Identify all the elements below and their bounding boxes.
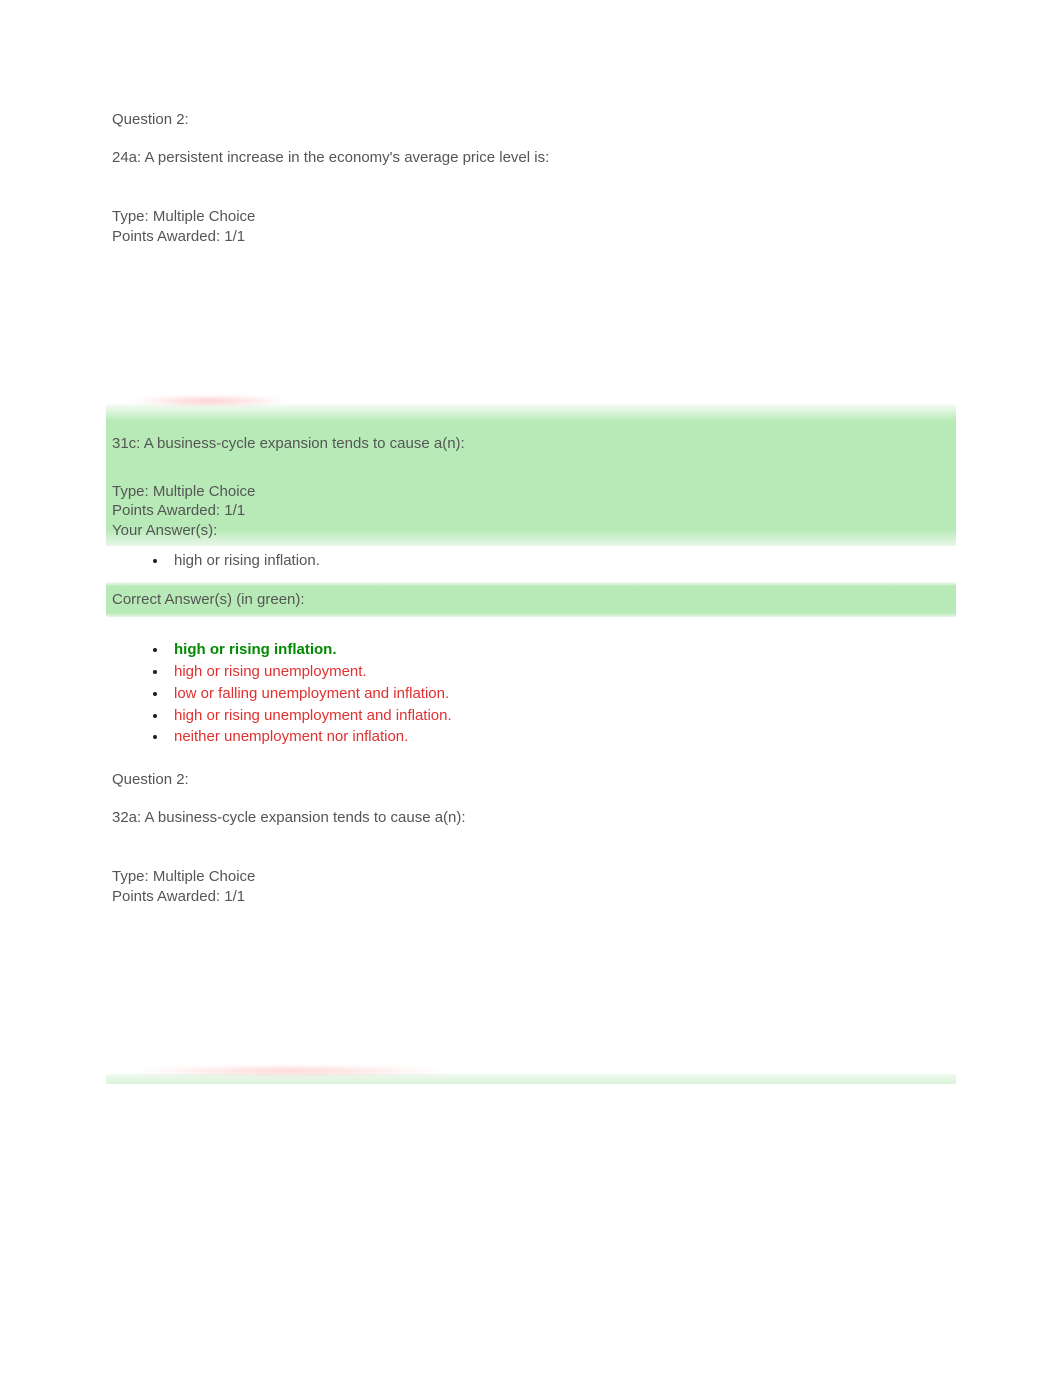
question-block-31c: 31c: A business-cycle expansion tends to… — [106, 404, 956, 546]
your-answer-text: high or rising inflation. — [168, 552, 320, 569]
question-type-32a: Type: Multiple Choice — [112, 867, 950, 887]
question-type-31c: Type: Multiple Choice — [112, 482, 950, 502]
obscured-region — [130, 1066, 450, 1076]
option-text-wrong: high or rising unemployment. — [168, 663, 367, 680]
option-text-wrong: neither unemployment nor inflation. — [168, 728, 408, 745]
points-awarded-31c: Points Awarded: 1/1 — [112, 501, 950, 521]
your-answer-item: high or rising inflation. — [168, 550, 950, 572]
options-list-31c: high or rising inflation. high or rising… — [112, 639, 950, 748]
question-text-31c: 31c: A business-cycle expansion tends to… — [112, 434, 950, 454]
question-text-32a: 32a: A business-cycle expansion tends to… — [112, 808, 950, 828]
option-item: high or rising unemployment. — [168, 661, 950, 683]
question-label-24a: Question 2: — [112, 110, 950, 130]
option-item: high or rising unemployment and inflatio… — [168, 705, 950, 727]
option-item: high or rising inflation. — [168, 639, 950, 661]
option-item: neither unemployment nor inflation. — [168, 726, 950, 748]
correct-answers-label: Correct Answer(s) (in green): — [112, 590, 950, 610]
question-type-24a: Type: Multiple Choice — [112, 207, 950, 227]
question-label-32a: Question 2: — [112, 770, 950, 790]
your-answers-list: high or rising inflation. — [112, 550, 950, 572]
option-item: low or falling unemployment and inflatio… — [168, 683, 950, 705]
your-answers-label: Your Answer(s): — [112, 521, 950, 541]
obscured-region — [130, 396, 290, 406]
points-awarded-32a: Points Awarded: 1/1 — [112, 887, 950, 907]
points-awarded-24a: Points Awarded: 1/1 — [112, 227, 950, 247]
option-text-wrong: high or rising unemployment and inflatio… — [168, 707, 452, 724]
correct-answers-label-bar: Correct Answer(s) (in green): — [106, 582, 956, 618]
option-text-wrong: low or falling unemployment and inflatio… — [168, 685, 449, 702]
option-text-correct: high or rising inflation. — [168, 641, 337, 658]
question-text-24a: 24a: A persistent increase in the econom… — [112, 148, 950, 168]
